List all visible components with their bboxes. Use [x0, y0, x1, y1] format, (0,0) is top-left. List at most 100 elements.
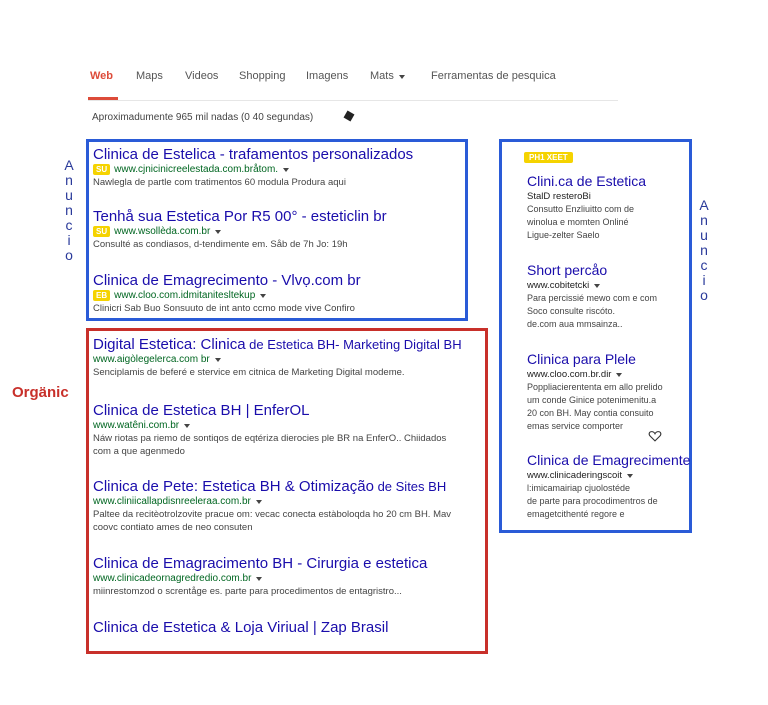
tab-maps[interactable]: Maps: [136, 70, 163, 82]
ad-title-link[interactable]: Tenhå sua Estetica Por R5 00° - esteticl…: [93, 208, 387, 225]
chevron-down-icon[interactable]: [184, 423, 191, 428]
side-ad-url[interactable]: www.cloo.com.br.dir: [527, 368, 611, 381]
ad-url[interactable]: www.wsollèda.com.br: [114, 225, 210, 238]
result-snippet: Náw riotas pa riemo de sontiqos de eqtér…: [93, 433, 447, 444]
ad-badge: SU: [93, 164, 111, 175]
result-title-link[interactable]: Clinica de Estetica BH | EnferOL: [93, 402, 446, 419]
label-letter: A: [64, 157, 74, 173]
side-ad-badge: PH1 XEET: [524, 152, 573, 163]
ad-url[interactable]: www.cjnicinicreelestada.com.bråtom.: [114, 163, 278, 176]
label-letter: u: [700, 227, 708, 243]
label-letter: o: [700, 287, 708, 303]
ad-description: Consulté as condiasos, d-tendimente em. …: [93, 239, 348, 250]
result-url-row: www.watêni.com.br: [93, 419, 446, 432]
chevron-down-icon[interactable]: [255, 499, 262, 504]
side-ad-description: Poppliacierententa em allo prelido: [527, 382, 663, 392]
side-ad-title-link[interactable]: Clinica de Emagrecimente: [527, 452, 690, 469]
title-part: Digital Estetica: Clinica: [93, 336, 246, 353]
tab-imagens[interactable]: Imagens: [306, 70, 348, 82]
ad-url-row: EB www.cloo.com.idmitanitesltekup: [93, 289, 361, 302]
side-ad: Clini.ca de Estetica StalD resteroBi Con…: [527, 173, 646, 242]
side-ad-description: Para percissié mewo com e com: [527, 293, 658, 303]
result-url[interactable]: www.aigòlegelerca.com br: [93, 353, 210, 366]
result-title-link[interactable]: Clinica de Emagracimento BH - Cirurgia e…: [93, 555, 427, 572]
label-letter: A: [699, 197, 709, 213]
side-ad-url[interactable]: StalD resteroBi: [527, 190, 646, 203]
chevron-down-icon[interactable]: [616, 372, 623, 377]
mouse-cursor-icon: [343, 110, 355, 122]
title-part: de Sites BH: [373, 479, 447, 494]
label-letter: n: [700, 212, 708, 228]
side-ad-description: emagetcithenté regore e: [527, 509, 625, 519]
chevron-down-icon: [398, 75, 405, 79]
side-ad-url[interactable]: www.cobitetcki: [527, 279, 589, 292]
side-ad: Short percåo www.cobitetcki Para perciss…: [527, 262, 657, 331]
chevron-down-icon[interactable]: [594, 283, 601, 288]
side-ad-title-link[interactable]: Clinica para Plele: [527, 351, 663, 368]
ad-url-row: SU www.cjnicinicreelestada.com.bråtom.: [93, 163, 413, 176]
result-snippet: Senciplamis de beferé e stervice em citn…: [93, 367, 405, 378]
tab-more[interactable]: Mats: [370, 70, 405, 82]
result-url[interactable]: www.watêni.com.br: [93, 419, 179, 432]
result-title-link[interactable]: Clinica de Estetica & Loja Viriual | Zap…: [93, 619, 388, 636]
side-ad-url[interactable]: www.clinicaderingscoit: [527, 469, 622, 482]
side-ad-description: emas service comporter: [527, 421, 624, 431]
organic-result: Digital Estetica: Clinica de Estetica BH…: [93, 336, 462, 379]
chevron-down-icon[interactable]: [256, 576, 263, 581]
ad-url-row: SU www.wsollèda.com.br: [93, 225, 387, 238]
label-letter: n: [65, 172, 73, 188]
ad-result: Tenhå sua Estetica Por R5 00° - esteticl…: [93, 208, 387, 251]
side-ad-description: winolua e momten Onliné: [527, 217, 629, 227]
side-ad-title-link[interactable]: Short percåo: [527, 262, 657, 279]
chevron-down-icon[interactable]: [627, 473, 634, 478]
anuncio-label-right: A n u n c i o: [697, 198, 711, 303]
tab-videos[interactable]: Videos: [185, 70, 218, 82]
heart-icon[interactable]: [648, 430, 662, 442]
label-letter: c: [700, 257, 708, 273]
tab-more-label: Mats: [370, 70, 394, 82]
result-url[interactable]: www.cliniicallapdisnreeleraa.com.br: [93, 495, 251, 508]
side-ad-description: de.com aua mmsainza..: [527, 319, 623, 329]
tab-search-tools[interactable]: Ferramentas de pesquica: [431, 70, 556, 82]
result-title-link[interactable]: Digital Estetica: Clinica de Estetica BH…: [93, 336, 462, 353]
ad-description: Clinicri Sab Buo Sonsuuto de int anto cc…: [93, 303, 355, 314]
side-ad-description: 20 con BH. May contia consuito: [527, 408, 654, 418]
chevron-down-icon[interactable]: [215, 229, 222, 234]
organic-result: Clinica de Estetica BH | EnferOL www.wat…: [93, 402, 446, 458]
organic-label: Orgänic: [12, 384, 69, 401]
side-ad-url-row: www.cobitetcki: [527, 279, 657, 292]
chevron-down-icon[interactable]: [214, 357, 221, 362]
ad-title-link[interactable]: Clinica de Emagrecimento - Vlvọ.com br: [93, 272, 361, 289]
label-letter: n: [65, 202, 73, 218]
result-title-link[interactable]: Clinica de Pete: Estetica BH & Otimizaçã…: [93, 478, 451, 495]
ad-title-link[interactable]: Clinica de Estelica - trafamentos person…: [93, 146, 413, 163]
side-ad: Clinica para Plele www.cloo.com.br.dir P…: [527, 351, 663, 433]
side-ad-description: Soco consulte riscóto.: [527, 306, 616, 316]
anuncio-label-left: A n u n c i o: [62, 158, 76, 263]
label-letter: c: [65, 217, 73, 233]
ad-description: Nawlegla de partle com tratimentos 60 mo…: [93, 177, 346, 188]
side-ad-description: de parte para procodimentros de: [527, 496, 658, 506]
chevron-down-icon[interactable]: [283, 167, 290, 172]
chevron-down-icon[interactable]: [260, 293, 267, 298]
result-url[interactable]: www.clinicadeornagredredio.com.br: [93, 572, 251, 585]
result-url-row: www.cliniicallapdisnreeleraa.com.br: [93, 495, 451, 508]
label-letter: o: [65, 247, 73, 263]
title-part: de Estetica BH- Marketing Digital BH: [245, 337, 462, 352]
organic-result: Clinica de Estetica & Loja Viriual | Zap…: [93, 619, 388, 636]
label-letter: n: [700, 242, 708, 258]
result-url-row: www.aigòlegelerca.com br: [93, 353, 462, 366]
ad-result: Clinica de Estelica - trafamentos person…: [93, 146, 413, 189]
tab-web[interactable]: Web: [90, 70, 113, 82]
organic-result: Clinica de Emagracimento BH - Cirurgia e…: [93, 555, 427, 598]
side-ad-title-link[interactable]: Clini.ca de Estetica: [527, 173, 646, 190]
nav-divider: [88, 100, 618, 101]
ad-url[interactable]: www.cloo.com.idmitanitesltekup: [114, 289, 255, 302]
result-snippet: Paltee da recitèotrolzovite pracue om: v…: [93, 509, 452, 520]
side-ad-description: Ligue-zelter Saelo: [527, 230, 600, 240]
label-letter: u: [65, 187, 73, 203]
side-ad-url-row: www.clinicaderingscoit: [527, 469, 690, 482]
result-snippet: miinrestomzod o screntåge es. parte para…: [93, 586, 402, 597]
side-ad-description: Consutto Enzliuitto com de: [527, 204, 635, 214]
tab-shopping[interactable]: Shopping: [239, 70, 286, 82]
